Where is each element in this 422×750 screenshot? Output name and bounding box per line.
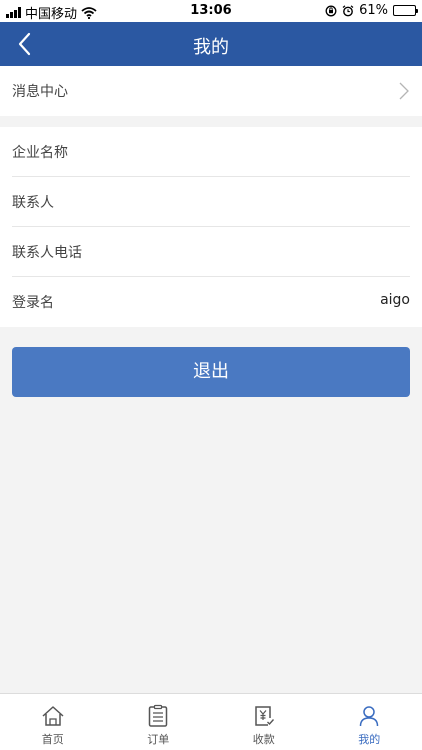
tab-bar: 首页 订单 收款 我的 — [0, 693, 422, 750]
contact-phone-label: 联系人电话 — [12, 245, 82, 261]
user-icon — [360, 706, 379, 727]
home-icon — [42, 706, 64, 726]
login-name-label: 登录名 — [12, 295, 54, 311]
tab-mine[interactable]: 我的 — [317, 694, 422, 750]
chevron-right-icon — [399, 82, 409, 100]
message-center-label: 消息中心 — [12, 84, 68, 100]
status-bar: 中国移动 13:06 61% — [0, 0, 422, 22]
rotation-lock-icon — [325, 5, 337, 16]
tab-mine-label: 我的 — [358, 733, 381, 746]
company-name-row: 企业名称 — [0, 127, 422, 177]
tab-orders[interactable]: 订单 — [106, 694, 212, 750]
tab-payment[interactable]: 收款 — [211, 694, 317, 750]
battery-percent: 61% — [359, 3, 388, 18]
tab-home-label: 首页 — [41, 733, 64, 746]
message-center-row[interactable]: 消息中心 — [0, 66, 422, 116]
login-name-row: 登录名 aigo — [0, 277, 422, 327]
contact-phone-row: 联系人电话 — [0, 227, 422, 277]
payment-icon — [255, 706, 274, 726]
logout-button[interactable]: 退出 — [12, 347, 410, 397]
contact-person-label: 联系人 — [12, 195, 54, 211]
order-icon — [149, 704, 168, 727]
tab-payment-label: 收款 — [252, 733, 275, 746]
company-name-label: 企业名称 — [12, 145, 68, 161]
profile-info-section: 企业名称 联系人 联系人电话 登录名 aigo — [0, 127, 422, 327]
nav-bar: 我的 — [0, 22, 422, 66]
tab-home[interactable]: 首页 — [0, 694, 106, 750]
page-title: 我的 — [193, 37, 229, 58]
tab-orders-label: 订单 — [147, 733, 170, 746]
alarm-icon — [342, 4, 354, 16]
login-name-value: aigo — [380, 292, 410, 308]
contact-person-row: 联系人 — [0, 177, 422, 227]
battery-icon — [393, 5, 418, 16]
status-right: 61% — [325, 3, 418, 18]
message-center-section: 消息中心 — [0, 66, 422, 116]
